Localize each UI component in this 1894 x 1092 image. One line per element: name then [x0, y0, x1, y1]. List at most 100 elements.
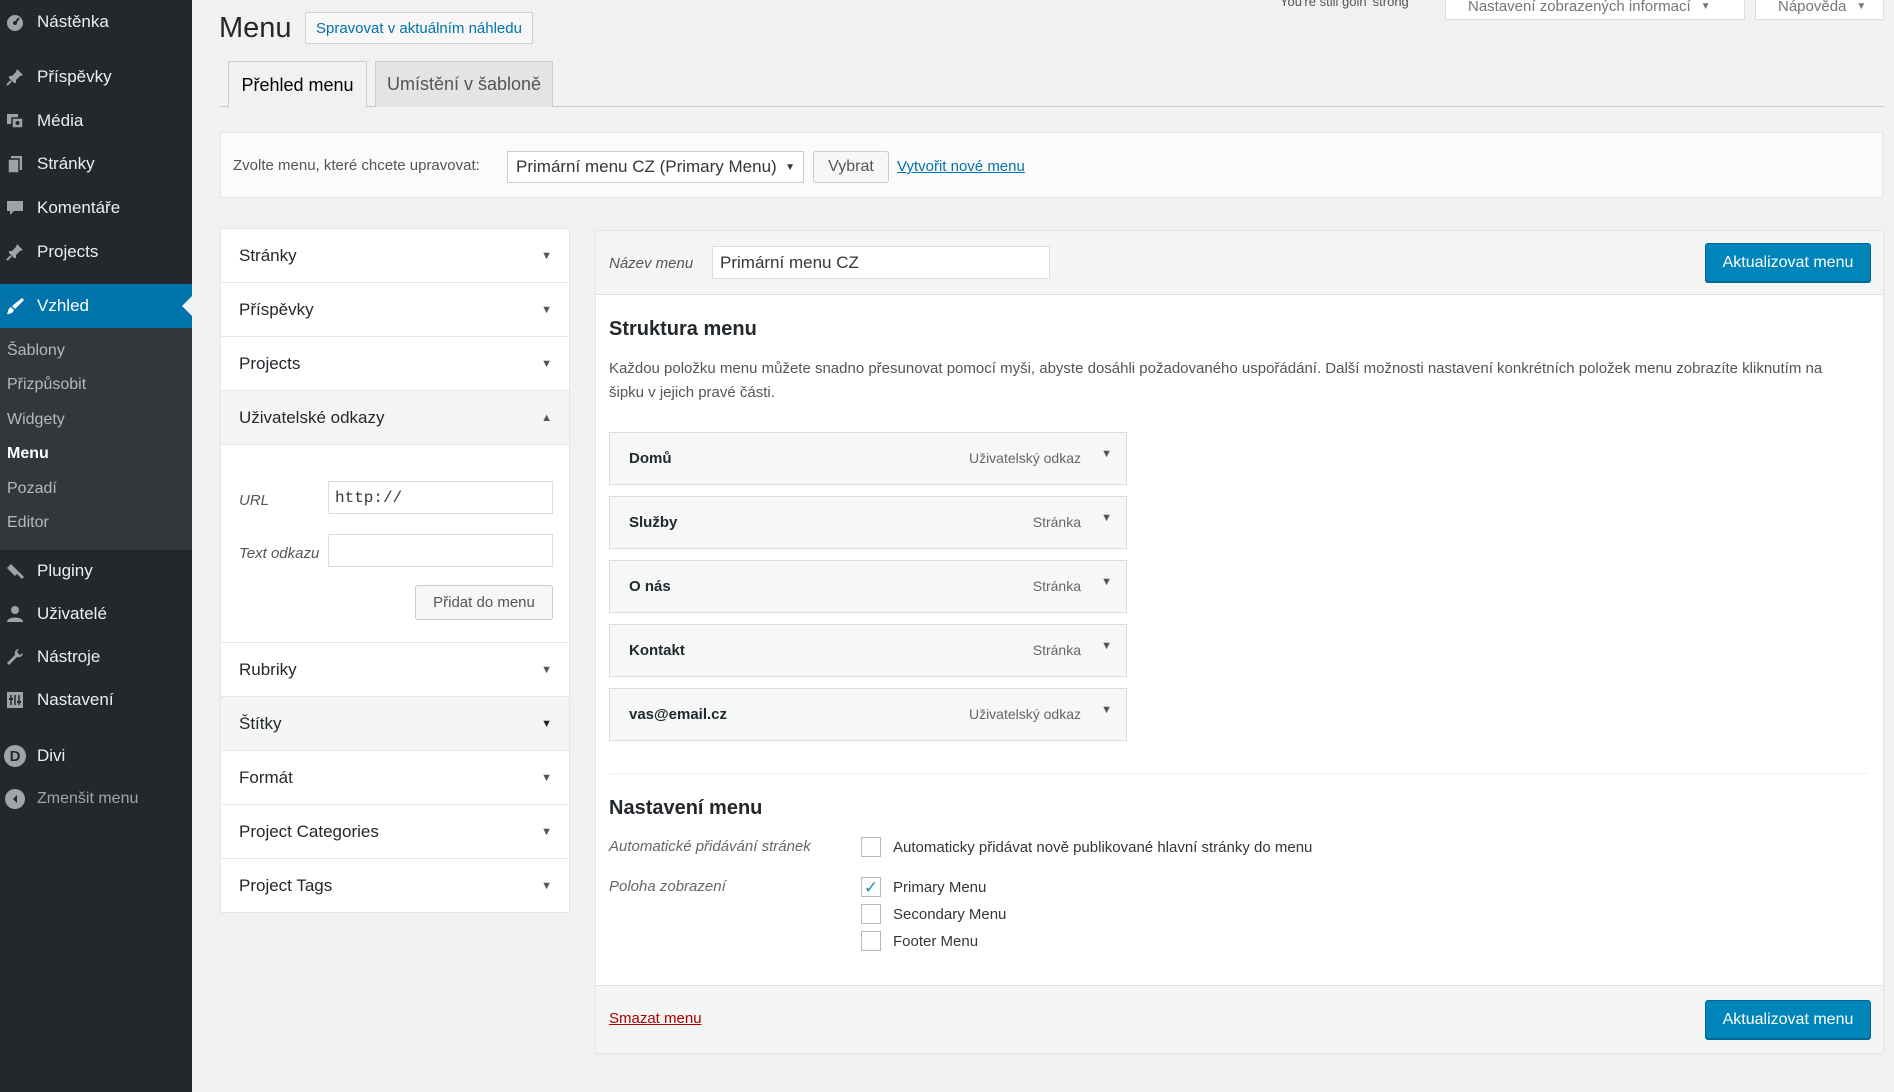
create-new-menu-link[interactable]: Vytvořit nové menu [897, 158, 1025, 175]
accordion-posts[interactable]: Příspěvky ▼ [221, 283, 569, 337]
menu-editor-header: Název menu Primární menu CZ Aktualizovat… [596, 231, 1883, 295]
sidebar-item-divi[interactable]: D Divi [0, 743, 192, 769]
tab-manage-locations[interactable]: Umístění v šabloně [375, 61, 553, 107]
checkmark-icon: ✓ [863, 877, 879, 897]
menu-select-bar: Zvolte menu, které chcete upravovat: Pri… [220, 132, 1883, 198]
appearance-submenu: Šablony Přizpůsobit Widgety Menu Pozadí … [0, 328, 192, 550]
pin-icon [4, 66, 26, 88]
item-edit-arrow-icon[interactable]: ▼ [1101, 512, 1112, 524]
add-to-menu-button[interactable]: Přidat do menu [415, 585, 553, 620]
submenu-item-customize[interactable]: Přizpůsobit [7, 376, 86, 394]
location-footer-option[interactable]: Footer Menu [861, 931, 978, 951]
accordion-categories[interactable]: Rubriky ▼ [221, 643, 569, 697]
submenu-item-background[interactable]: Pozadí [7, 480, 57, 498]
item-edit-arrow-icon[interactable]: ▼ [1101, 448, 1112, 460]
caret-down-icon: ▼ [785, 161, 795, 173]
sidebar-item-plugins[interactable]: Pluginy [0, 558, 192, 584]
manage-live-preview-button[interactable]: Spravovat v aktuálním náhledu [305, 12, 533, 44]
brush-icon [4, 295, 26, 317]
menu-select-dropdown[interactable]: Primární menu CZ (Primary Menu) ▼ [507, 151, 804, 183]
delete-menu-link[interactable]: Smazat menu [609, 1010, 702, 1027]
menu-settings-title: Nastavení menu [609, 797, 763, 819]
wrench-icon [4, 646, 26, 668]
settings-icon [4, 689, 26, 711]
auto-add-label: Automatické přidávání stránek [609, 838, 811, 855]
menu-item[interactable]: Služby Stránka ▼ [609, 496, 1127, 549]
tab-edit-menus[interactable]: Přehled menu [228, 61, 367, 108]
menu-editor-footer: Smazat menu Aktualizovat menu [596, 985, 1883, 1053]
arrow-down-icon: ▼ [541, 303, 552, 316]
link-text-input[interactable] [328, 534, 553, 567]
auto-add-checkbox[interactable] [861, 837, 881, 857]
accordion-pages[interactable]: Stránky ▼ [221, 229, 569, 283]
add-menu-items-accordion: Stránky ▼ Příspěvky ▼ Projects ▼ Uživatelsk… [220, 228, 570, 913]
accordion-tags[interactable]: Štítky ▼ [221, 697, 569, 751]
sidebar-item-dashboard[interactable]: Nástěnka [0, 9, 192, 35]
location-secondary-checkbox[interactable] [861, 904, 881, 924]
item-edit-arrow-icon[interactable]: ▼ [1101, 704, 1112, 716]
sidebar-item-media[interactable]: Média [0, 108, 192, 134]
menu-structure-title: Struktura menu [609, 318, 757, 340]
submenu-item-widgets[interactable]: Widgety [7, 411, 65, 429]
submenu-item-editor[interactable]: Editor [7, 514, 49, 532]
accordion-projects[interactable]: Projects ▼ [221, 337, 569, 391]
arrow-down-icon: ▼ [541, 879, 552, 892]
submenu-item-themes[interactable]: Šablony [7, 342, 65, 360]
location-primary-option[interactable]: ✓ Primary Menu [861, 877, 986, 897]
help-button[interactable]: Nápověda ▼ [1755, 0, 1884, 20]
menu-structure-description: Každou položku menu můžete snadno přesun… [609, 360, 1823, 401]
url-label: URL [239, 492, 270, 509]
sidebar-item-users[interactable]: Uživatelé [0, 601, 192, 627]
item-edit-arrow-icon[interactable]: ▼ [1101, 576, 1112, 588]
select-menu-label: Zvolte menu, které chcete upravovat: [233, 157, 480, 174]
menu-item[interactable]: Kontakt Stránka ▼ [609, 624, 1127, 677]
sidebar-item-tools[interactable]: Nástroje [0, 644, 192, 670]
accordion-project-categories[interactable]: Project Categories ▼ [221, 805, 569, 859]
divi-icon: D [4, 745, 26, 767]
display-location-label: Poloha zobrazení [609, 878, 726, 895]
menu-name-label: Název menu [609, 255, 694, 272]
location-secondary-option[interactable]: Secondary Menu [861, 904, 1006, 924]
sidebar-item-settings[interactable]: Nastavení [0, 687, 192, 713]
submenu-item-menus[interactable]: Menu [7, 445, 49, 463]
section-divider [609, 773, 1867, 774]
menu-name-input[interactable]: Primární menu CZ [712, 246, 1050, 279]
sidebar-item-appearance[interactable]: Vzhled [0, 284, 192, 328]
select-menu-button[interactable]: Vybrat [813, 151, 889, 183]
sidebar-item-comments[interactable]: Komentáře [0, 195, 192, 221]
arrow-down-icon: ▼ [541, 717, 552, 730]
auto-add-pages-option[interactable]: Automaticky přidávat nově publikované hl… [861, 837, 1312, 857]
location-primary-checkbox[interactable]: ✓ [861, 877, 881, 897]
accordion-custom-links[interactable]: Uživatelské odkazy ▲ [221, 391, 569, 445]
location-footer-checkbox[interactable] [861, 931, 881, 951]
arrow-down-icon: ▼ [541, 771, 552, 784]
pages-icon [4, 153, 26, 175]
sidebar-item-pages[interactable]: Stránky [0, 151, 192, 177]
menu-item[interactable]: vas@email.cz Uživatelský odkaz ▼ [609, 688, 1127, 741]
menu-item[interactable]: O nás Stránka ▼ [609, 560, 1127, 613]
url-input[interactable]: http:// [328, 481, 553, 514]
save-menu-button-bottom[interactable]: Aktualizovat menu [1705, 1000, 1871, 1039]
hello-dolly-note: You're still goin' strong [1280, 0, 1409, 9]
caret-down-icon: ▼ [1700, 1, 1711, 12]
media-icon [4, 110, 26, 132]
sidebar-item-posts[interactable]: Příspěvky [0, 64, 192, 90]
arrow-down-icon: ▼ [541, 825, 552, 838]
caret-down-icon: ▼ [1856, 1, 1867, 12]
item-edit-arrow-icon[interactable]: ▼ [1101, 640, 1112, 652]
collapse-arrow-icon [4, 788, 26, 810]
screen-options-button[interactable]: Nastavení zobrazených informací ▼ [1445, 0, 1745, 20]
sidebar-item-projects[interactable]: Projects [0, 239, 192, 265]
collapse-menu-button[interactable]: Zmenšit menu [0, 786, 192, 812]
comment-icon [4, 197, 26, 219]
accordion-project-tags[interactable]: Project Tags ▼ [221, 859, 569, 912]
save-menu-button[interactable]: Aktualizovat menu [1705, 243, 1871, 282]
users-icon [4, 603, 26, 625]
custom-links-panel: URL http:// Text odkazu Přidat do menu [221, 445, 569, 643]
page-title: Menu [219, 12, 292, 44]
link-text-label: Text odkazu [239, 545, 320, 562]
pin-icon [4, 241, 26, 263]
menu-item[interactable]: Domů Uživatelský odkaz ▼ [609, 432, 1127, 485]
accordion-format[interactable]: Formát ▼ [221, 751, 569, 805]
dashboard-icon [4, 11, 26, 33]
